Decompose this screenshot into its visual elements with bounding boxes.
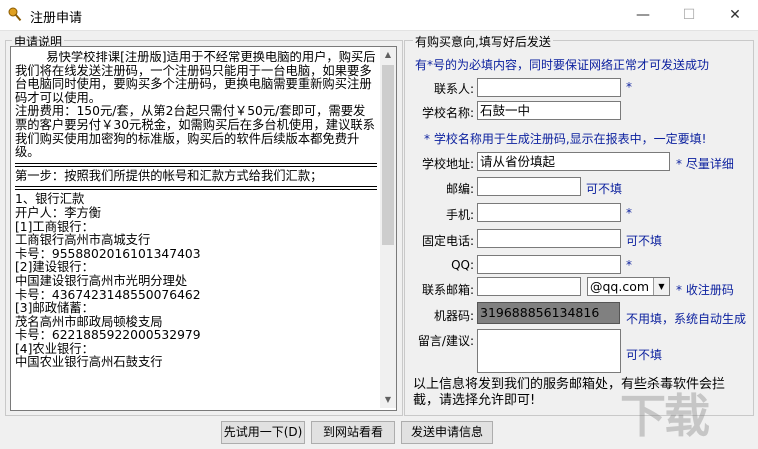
school-name-note: * 学校名称用于生成注册码,显示在报表中，一定要填! (424, 132, 707, 146)
scroll-thumb[interactable] (382, 65, 394, 245)
scroll-down-icon[interactable]: ▼ (380, 392, 396, 408)
watermark: 下载 (620, 389, 710, 443)
minimize-button[interactable]: — (620, 0, 666, 30)
bank-info-text: 1、银行汇款 开户人：李方衡 [1]工商银行： 工商银行高州市高城支行 卡号：9… (15, 192, 201, 370)
chevron-down-icon[interactable]: ▼ (653, 278, 669, 295)
window-title: 注册申请 (30, 11, 83, 26)
trial-button[interactable]: 先试用一下(D) (221, 421, 305, 444)
postcode-note: 可不填 (586, 182, 623, 196)
message-note: 可不填 (626, 348, 663, 362)
postcode-label: 邮编: (445, 182, 474, 196)
qq-required-mark: * (626, 258, 632, 272)
divider (15, 162, 377, 167)
visit-website-button[interactable]: 到网站看看 (311, 421, 395, 444)
school-address-note: * 尽量详细 (676, 157, 734, 171)
vertical-scrollbar[interactable]: ▲ ▼ (380, 47, 396, 408)
email-label: 联系邮箱: (421, 283, 474, 297)
school-name-label: 学校名称: (421, 106, 474, 120)
description-paragraph: 易快学校排课[注册版]适用于不经常更换电脑的用户，购买后我们将在线发送注册码，一… (15, 51, 376, 160)
description-memo[interactable]: 易快学校排课[注册版]适用于不经常更换电脑的用户，购买后我们将在线发送注册码，一… (10, 46, 397, 411)
phone-label: 固定电话: (421, 234, 474, 248)
email-input[interactable] (477, 277, 581, 296)
scroll-up-icon[interactable]: ▲ (380, 47, 396, 63)
description-text: 易快学校排课[注册版]适用于不经常更换电脑的用户，购买后我们将在线发送注册码，一… (15, 51, 377, 406)
message-textarea[interactable] (477, 329, 621, 373)
message-label: 留言/建议: (417, 334, 474, 348)
school-address-input[interactable]: 请从省份填起 (477, 152, 670, 171)
maximize-button[interactable]: ☐ (666, 0, 712, 30)
title-bar: 注册申请 — ☐ ✕ (0, 0, 758, 31)
required-fields-note: 有*号的为必填内容，同时要保证网络正常才可发送成功 (415, 58, 710, 72)
close-button[interactable]: ✕ (712, 0, 758, 30)
step-one-text: 第一步：按照我们所提供的帐号和汇款方式给我们汇款； (15, 168, 323, 183)
machine-code-note: 不用填，系统自动生成 (626, 312, 747, 326)
email-domain-select[interactable]: @qq.com ▼ (587, 277, 670, 296)
school-name-input[interactable]: 石鼓一中 (477, 101, 621, 120)
school-address-label: 学校地址: (421, 157, 474, 171)
send-application-button[interactable]: 发送申请信息 (401, 421, 493, 444)
mobile-required-mark: * (626, 206, 632, 220)
machine-code-label: 机器码: (433, 309, 474, 323)
phone-input[interactable] (477, 229, 621, 248)
email-note: * 收注册码 (676, 283, 734, 297)
contact-required-mark: * (626, 80, 632, 94)
contact-input[interactable] (477, 78, 621, 97)
divider (15, 186, 377, 191)
phone-note: 可不填 (626, 234, 663, 248)
email-domain-value: @qq.com (590, 279, 650, 294)
key-icon (8, 7, 22, 22)
postcode-input[interactable] (477, 177, 581, 196)
mobile-input[interactable] (477, 203, 621, 222)
qq-input[interactable] (477, 255, 621, 274)
mobile-label: 手机: (445, 208, 474, 222)
machine-code-field: 319688856134816 (477, 302, 620, 324)
contact-label: 联系人: (433, 82, 474, 96)
form-legend: 有购买意向,填写好后发送 (413, 33, 553, 50)
qq-label: QQ: (451, 258, 474, 272)
